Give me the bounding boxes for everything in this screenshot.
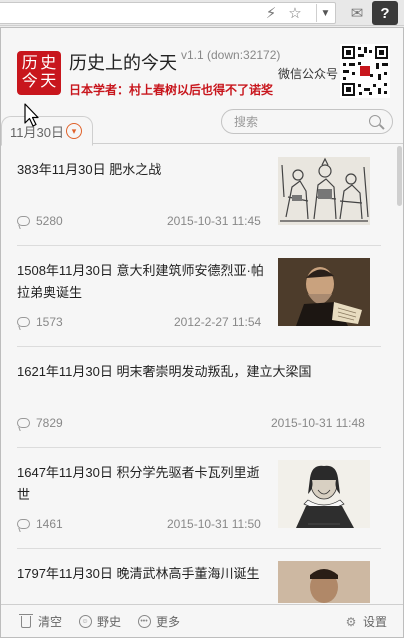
date-tab[interactable]: 11月30日 ▾ bbox=[1, 116, 93, 146]
event-thumbnail bbox=[278, 258, 370, 326]
scrollbar[interactable] bbox=[397, 146, 402, 206]
event-thumbnail bbox=[278, 561, 370, 603]
event-date: 2015-10-31 11:50 bbox=[167, 517, 261, 531]
list-item[interactable]: 1508年11月30日 意大利建筑师安德烈亚·帕拉弟奥诞生 1573 2012-… bbox=[17, 246, 381, 347]
version-label: v1.1 (down:32172) bbox=[181, 48, 281, 62]
comment-count: 5280 bbox=[17, 214, 63, 228]
event-title[interactable]: 383年11月30日 肥水之战 bbox=[17, 159, 271, 181]
comment-icon bbox=[17, 418, 30, 428]
mouse-cursor-icon bbox=[24, 103, 39, 127]
event-title[interactable]: 1508年11月30日 意大利建筑师安德烈亚·帕拉弟奥诞生 bbox=[17, 260, 271, 304]
comment-icon bbox=[17, 317, 30, 327]
event-title[interactable]: 1797年11月30日 晚清武林高手董海川诞生 bbox=[17, 563, 271, 585]
more-label: 更多 bbox=[156, 615, 181, 629]
event-thumbnail bbox=[278, 157, 370, 225]
wild-history-label: 野史 bbox=[97, 615, 122, 629]
app-title: 历史上的今天 bbox=[69, 53, 177, 73]
lightning-icon[interactable]: ⚡ bbox=[262, 4, 280, 22]
chevron-down-icon[interactable]: ▾ bbox=[65, 123, 82, 139]
wechat-label: 微信公众号 bbox=[278, 67, 339, 81]
headline-link[interactable]: 日本学者：村上春树以后也得不了诺奖 bbox=[69, 81, 273, 98]
search-input[interactable] bbox=[234, 113, 364, 131]
app-logo: 历 史 今 天 bbox=[17, 51, 61, 95]
logo-char: 天 bbox=[40, 73, 57, 91]
trash-icon bbox=[19, 613, 33, 629]
face-icon: ☺ bbox=[78, 615, 92, 629]
event-date: 2012-2-27 11:54 bbox=[174, 315, 262, 329]
comment-icon bbox=[17, 216, 30, 226]
clear-button[interactable]: 清空 bbox=[19, 613, 62, 630]
event-date: 2015-10-31 11:45 bbox=[167, 214, 261, 228]
extension-icon: ? bbox=[380, 4, 390, 22]
logo-char: 今 bbox=[21, 73, 38, 91]
logo-char: 史 bbox=[40, 54, 57, 72]
star-icon[interactable]: ☆ bbox=[285, 4, 305, 22]
extension-popup: 历 史 今 天 历史上的今天 v1.1 (down:32172) 日本学者：村上… bbox=[0, 27, 404, 638]
list-item[interactable]: 383年11月30日 肥水之战 5280 2015-10-31 11:45 bbox=[17, 145, 381, 246]
comment-count: 1573 bbox=[17, 315, 63, 329]
event-list: 383年11月30日 肥水之战 5280 2015-10-31 11:45 15… bbox=[1, 145, 403, 603]
comment-count-value: 1461 bbox=[36, 517, 63, 531]
wild-history-button[interactable]: ☺ 野史 bbox=[78, 613, 121, 630]
qr-code bbox=[340, 44, 390, 98]
settings-label: 设置 bbox=[363, 615, 388, 629]
popup-header: 历 史 今 天 历史上的今天 v1.1 (down:32172) 日本学者：村上… bbox=[1, 28, 403, 106]
chevron-down-icon[interactable]: ▼ bbox=[316, 4, 334, 22]
search-box bbox=[221, 109, 393, 134]
event-title[interactable]: 1647年11月30日 积分学先驱者卡瓦列里逝世 bbox=[17, 462, 271, 506]
list-item[interactable]: 1647年11月30日 积分学先驱者卡瓦列里逝世 1461 2015-10-31… bbox=[17, 448, 381, 549]
comment-icon bbox=[17, 519, 30, 529]
list-item[interactable]: 1797年11月30日 晚清武林高手董海川诞生 bbox=[17, 549, 381, 603]
event-thumbnail bbox=[278, 460, 370, 528]
comment-count-value: 7829 bbox=[36, 416, 63, 430]
comment-count-value: 5280 bbox=[36, 214, 63, 228]
more-button[interactable]: ••• 更多 bbox=[137, 613, 180, 630]
comment-count-value: 1573 bbox=[36, 315, 63, 329]
settings-button[interactable]: ⚙ 设置 bbox=[344, 613, 387, 630]
extension-button[interactable]: ? bbox=[372, 1, 398, 25]
clear-label: 清空 bbox=[38, 615, 63, 629]
gear-icon: ⚙ bbox=[345, 614, 357, 629]
event-date: 2015-10-31 11:48 bbox=[271, 416, 365, 430]
logo-char: 历 bbox=[21, 54, 38, 72]
tab-bar: 11月30日 ▾ bbox=[1, 108, 403, 146]
comment-count: 1461 bbox=[17, 517, 63, 531]
mail-icon[interactable]: ✉ bbox=[346, 4, 368, 22]
popup-footer: 清空 ☺ 野史 ••• 更多 ⚙ 设置 bbox=[1, 604, 403, 637]
more-icon: ••• bbox=[137, 615, 151, 629]
comment-count: 7829 bbox=[17, 416, 63, 430]
browser-toolbar: ⚡ ☆ ▼ ✉ ? bbox=[0, 0, 404, 26]
search-icon[interactable] bbox=[369, 115, 381, 127]
event-title[interactable]: 1621年11月30日 明末奢崇明发动叛乱，建立大梁国 bbox=[17, 361, 367, 383]
list-item[interactable]: 1621年11月30日 明末奢崇明发动叛乱，建立大梁国 7829 2015-10… bbox=[17, 347, 381, 448]
